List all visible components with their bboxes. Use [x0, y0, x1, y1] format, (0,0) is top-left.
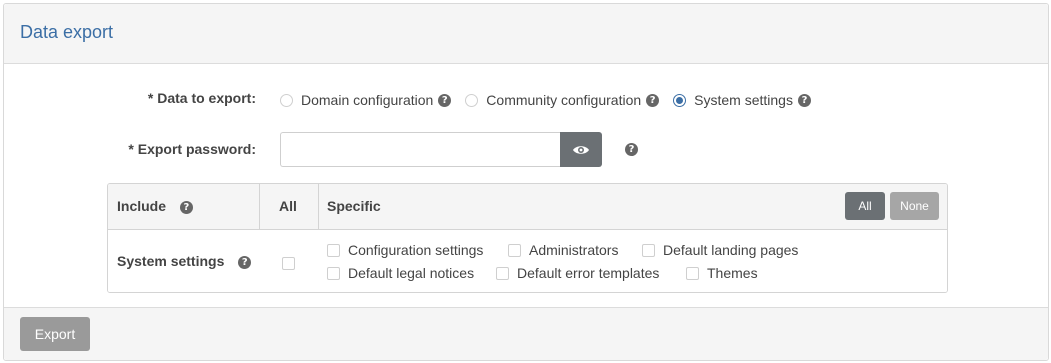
show-password-button[interactable]	[560, 132, 602, 167]
radio-label: System settings	[694, 92, 793, 108]
option-default-error-templates[interactable]: Default error templates	[496, 264, 659, 282]
checkbox[interactable]	[508, 243, 521, 257]
select-all-button[interactable]: All	[845, 192, 885, 220]
help-icon[interactable]: ?	[646, 93, 660, 107]
checkbox[interactable]	[642, 243, 655, 257]
help-icon[interactable]: ?	[797, 93, 811, 107]
option-label: Default landing pages	[663, 242, 799, 258]
col-include-label: Include	[117, 198, 167, 214]
checkbox[interactable]	[686, 266, 699, 280]
include-grid: Include ? All Specific All None System s…	[107, 183, 948, 293]
col-specific-header: Specific	[327, 198, 381, 214]
radio-button[interactable]	[673, 93, 687, 107]
export-button[interactable]: Export	[20, 317, 90, 351]
panel-header: Data export	[4, 4, 1048, 64]
radio-button[interactable]	[465, 93, 479, 107]
select-none-button[interactable]: None	[890, 192, 939, 220]
option-label: Default legal notices	[348, 265, 475, 281]
panel-footer: Export	[4, 307, 1048, 360]
checkbox[interactable]	[327, 243, 340, 257]
grid-header: Include ? All Specific All None	[108, 184, 947, 230]
export-password-label: * Export password:	[128, 141, 256, 157]
radio-label: Domain configuration	[301, 92, 434, 108]
row-label-cell: System settings ?	[117, 253, 252, 269]
panel-title: Data export	[20, 22, 114, 42]
option-default-legal-notices[interactable]: Default legal notices	[327, 264, 474, 282]
row-label: System settings	[117, 253, 225, 269]
row-all-checkbox[interactable]	[282, 257, 295, 270]
help-icon[interactable]: ?	[625, 143, 638, 156]
checkbox[interactable]	[496, 266, 509, 280]
option-label: Themes	[707, 265, 758, 281]
option-label: Configuration settings	[348, 242, 484, 258]
radio-button[interactable]	[280, 93, 293, 107]
option-configuration-settings[interactable]: Configuration settings	[327, 241, 483, 259]
grid-row-system-settings: System settings ? Configuration settings…	[108, 230, 947, 292]
help-icon[interactable]: ?	[438, 93, 452, 107]
option-themes[interactable]: Themes	[686, 264, 758, 282]
col-all-header: All	[279, 198, 297, 214]
checkbox[interactable]	[327, 266, 340, 280]
option-label: Administrators	[529, 242, 619, 258]
data-to-export-radio-group: Domain configuration ? Community configu…	[280, 90, 825, 110]
radio-domain-configuration[interactable]: Domain configuration ?	[280, 92, 452, 108]
option-default-landing-pages[interactable]: Default landing pages	[642, 241, 798, 259]
radio-system-settings[interactable]: System settings ?	[673, 92, 811, 108]
radio-community-configuration[interactable]: Community configuration ?	[465, 92, 660, 108]
help-icon[interactable]: ?	[179, 200, 193, 214]
radio-label: Community configuration	[486, 92, 642, 108]
data-to-export-label: * Data to export:	[147, 90, 256, 106]
option-label: Default error templates	[517, 265, 660, 281]
export-password-input[interactable]	[280, 132, 561, 167]
col-include-header: Include ?	[117, 198, 193, 214]
help-icon[interactable]: ?	[238, 255, 252, 269]
eye-icon	[573, 145, 589, 154]
option-administrators[interactable]: Administrators	[508, 241, 618, 259]
data-export-panel: Data export * Data to export: Domain con…	[3, 3, 1049, 361]
